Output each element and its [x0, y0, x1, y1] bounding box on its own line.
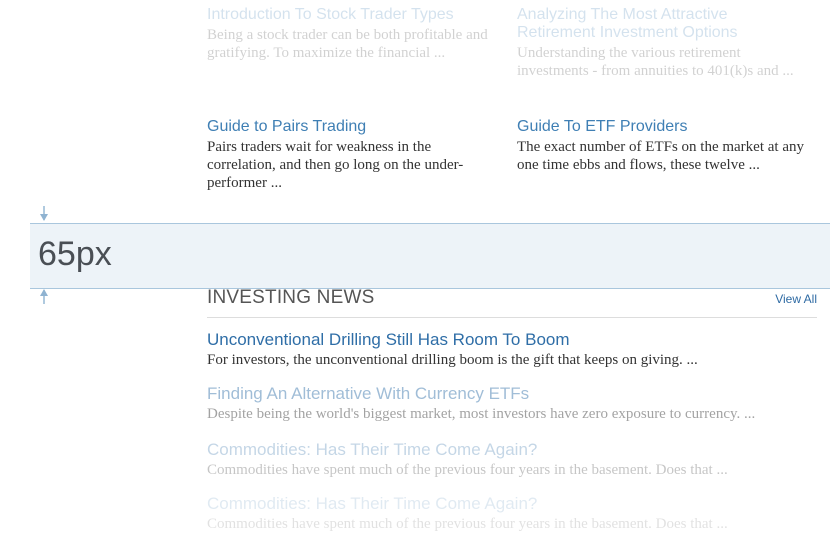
view-all-link[interactable]: View All — [775, 292, 817, 306]
news-title-link[interactable]: Commodities: Has Their Time Come Again? — [207, 494, 822, 514]
spacing-value-label: 65px — [38, 235, 112, 273]
news-section-heading: INVESTING NEWS — [207, 287, 375, 308]
article-card: Guide to Pairs Trading Pairs traders wai… — [207, 118, 499, 192]
article-card: Guide To ETF Providers The exact number … — [517, 118, 807, 174]
article-description: Understanding the various retirement inv… — [517, 45, 794, 79]
article-description: Being a stock trader can be both profita… — [207, 27, 488, 61]
spacing-indicator-band — [30, 223, 830, 289]
news-item: Commodities: Has Their Time Come Again? … — [207, 440, 822, 479]
news-title-link[interactable]: Finding An Alternative With Currency ETF… — [207, 384, 822, 404]
news-description: Commodities have spent much of the previ… — [207, 462, 728, 478]
article-card: Introduction To Stock Trader Types Being… — [207, 6, 497, 62]
news-description: For investors, the unconventional drilli… — [207, 352, 698, 368]
article-title-link[interactable]: Introduction To Stock Trader Types — [207, 6, 497, 24]
arrow-down-icon — [40, 206, 48, 221]
news-item: Finding An Alternative With Currency ETF… — [207, 384, 822, 423]
section-divider — [207, 317, 817, 318]
arrow-up-icon — [40, 289, 48, 304]
news-description: Commodities have spent much of the previ… — [207, 516, 728, 532]
article-description: Pairs traders wait for weakness in the c… — [207, 139, 464, 191]
article-description: The exact number of ETFs on the market a… — [517, 139, 804, 173]
news-item: Commodities: Has Their Time Come Again? … — [207, 494, 822, 533]
news-description: Despite being the world's biggest market… — [207, 406, 756, 422]
news-title-link[interactable]: Unconventional Drilling Still Has Room T… — [207, 330, 822, 350]
article-card: Analyzing The Most Attractive Retirement… — [517, 6, 807, 80]
article-title-link[interactable]: Analyzing The Most Attractive Retirement… — [517, 6, 807, 42]
news-title-link[interactable]: Commodities: Has Their Time Come Again? — [207, 440, 822, 460]
news-item: Unconventional Drilling Still Has Room T… — [207, 330, 822, 369]
article-title-link[interactable]: Guide To ETF Providers — [517, 118, 807, 136]
article-title-link[interactable]: Guide to Pairs Trading — [207, 118, 499, 136]
